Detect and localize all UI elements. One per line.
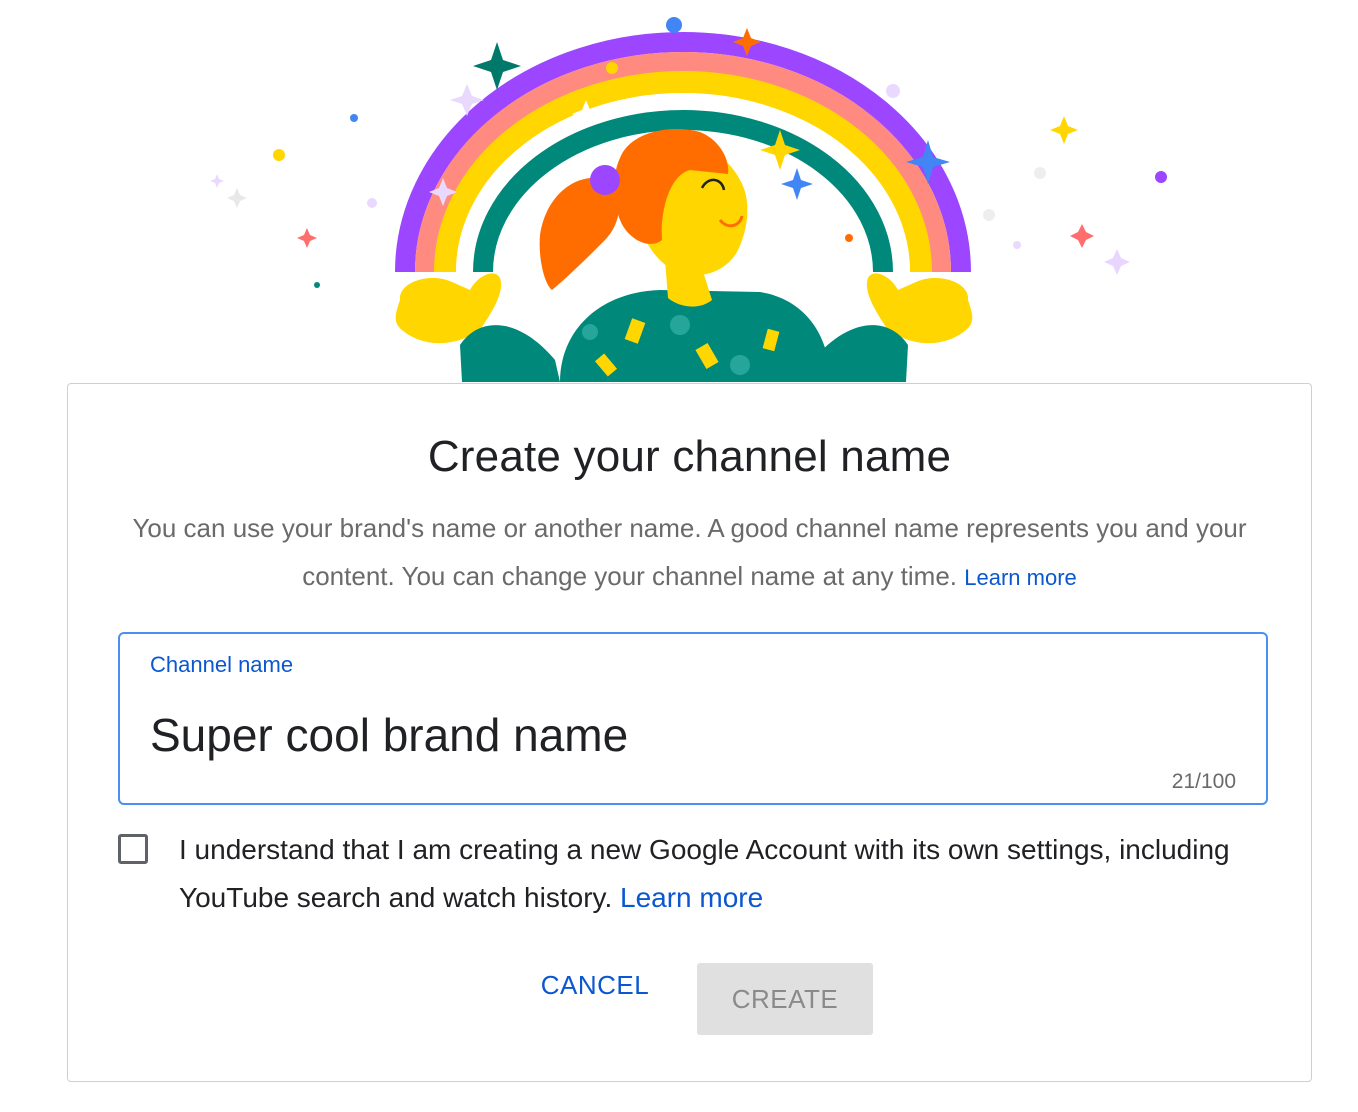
channel-name-field[interactable]: Channel name 21/100 xyxy=(118,632,1268,805)
dialog-title: Create your channel name xyxy=(68,432,1311,482)
channel-name-input[interactable] xyxy=(150,702,1150,768)
dialog-description: You can use your brand's name or another… xyxy=(108,504,1271,602)
create-button[interactable]: CREATE xyxy=(697,963,873,1035)
consent-learn-more-link[interactable]: Learn more xyxy=(620,882,763,913)
rainbow-person-illustration xyxy=(0,0,1358,400)
consent-text: I understand that I am creating a new Go… xyxy=(179,826,1259,922)
cancel-button[interactable]: CANCEL xyxy=(520,963,670,1007)
description-learn-more-link[interactable]: Learn more xyxy=(964,565,1077,590)
create-channel-dialog: Create your channel name You can use you… xyxy=(67,383,1312,1082)
channel-name-label: Channel name xyxy=(150,652,293,678)
character-counter: 21/100 xyxy=(1172,770,1236,794)
description-text: You can use your brand's name or another… xyxy=(132,513,1246,591)
consent-checkbox[interactable] xyxy=(118,834,148,864)
